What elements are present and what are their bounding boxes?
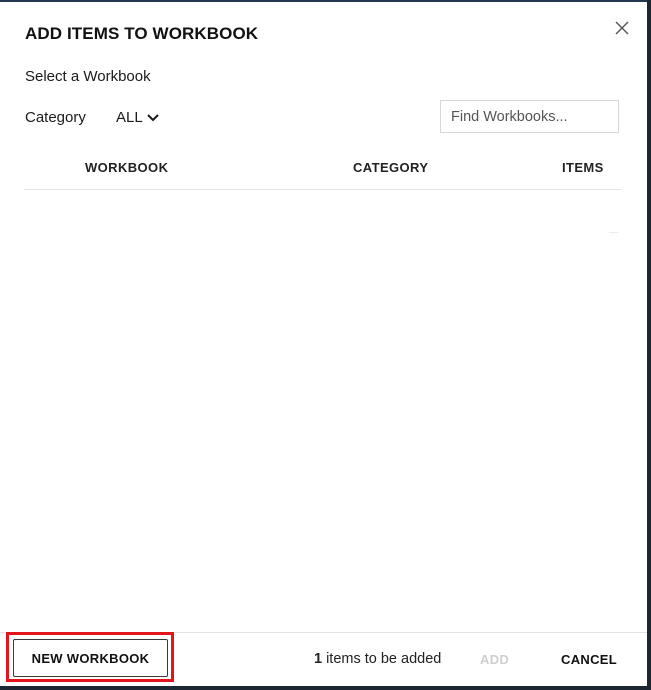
scrollbar-track[interactable] — [609, 232, 619, 233]
close-icon — [615, 21, 629, 35]
cancel-button[interactable]: CANCEL — [561, 652, 617, 667]
items-count: 1 — [314, 651, 323, 667]
category-value: ALL — [116, 109, 143, 126]
background-right-strip — [647, 0, 651, 690]
chevron-down-icon — [146, 114, 159, 122]
add-button[interactable]: ADD — [480, 652, 509, 667]
items-count-label: items to be added — [326, 651, 442, 667]
column-header-workbook[interactable]: WORKBOOK — [85, 160, 168, 175]
table-header: WORKBOOK CATEGORY ITEMS — [24, 152, 621, 190]
items-count-text: 1 items to be added — [314, 651, 441, 667]
close-button[interactable] — [612, 18, 632, 38]
new-workbook-button[interactable]: NEW WORKBOOK — [13, 639, 168, 677]
column-header-category[interactable]: CATEGORY — [353, 160, 428, 175]
workbook-list — [24, 190, 621, 630]
dialog-title: ADD ITEMS TO WORKBOOK — [25, 24, 259, 43]
column-header-items[interactable]: ITEMS — [562, 160, 604, 175]
category-label: Category — [25, 109, 86, 126]
select-workbook-label: Select a Workbook — [25, 68, 151, 85]
category-dropdown[interactable]: ALL — [116, 109, 160, 126]
find-workbooks-input[interactable] — [440, 100, 619, 133]
add-items-dialog: ADD ITEMS TO WORKBOOK Select a Workbook … — [0, 2, 647, 686]
